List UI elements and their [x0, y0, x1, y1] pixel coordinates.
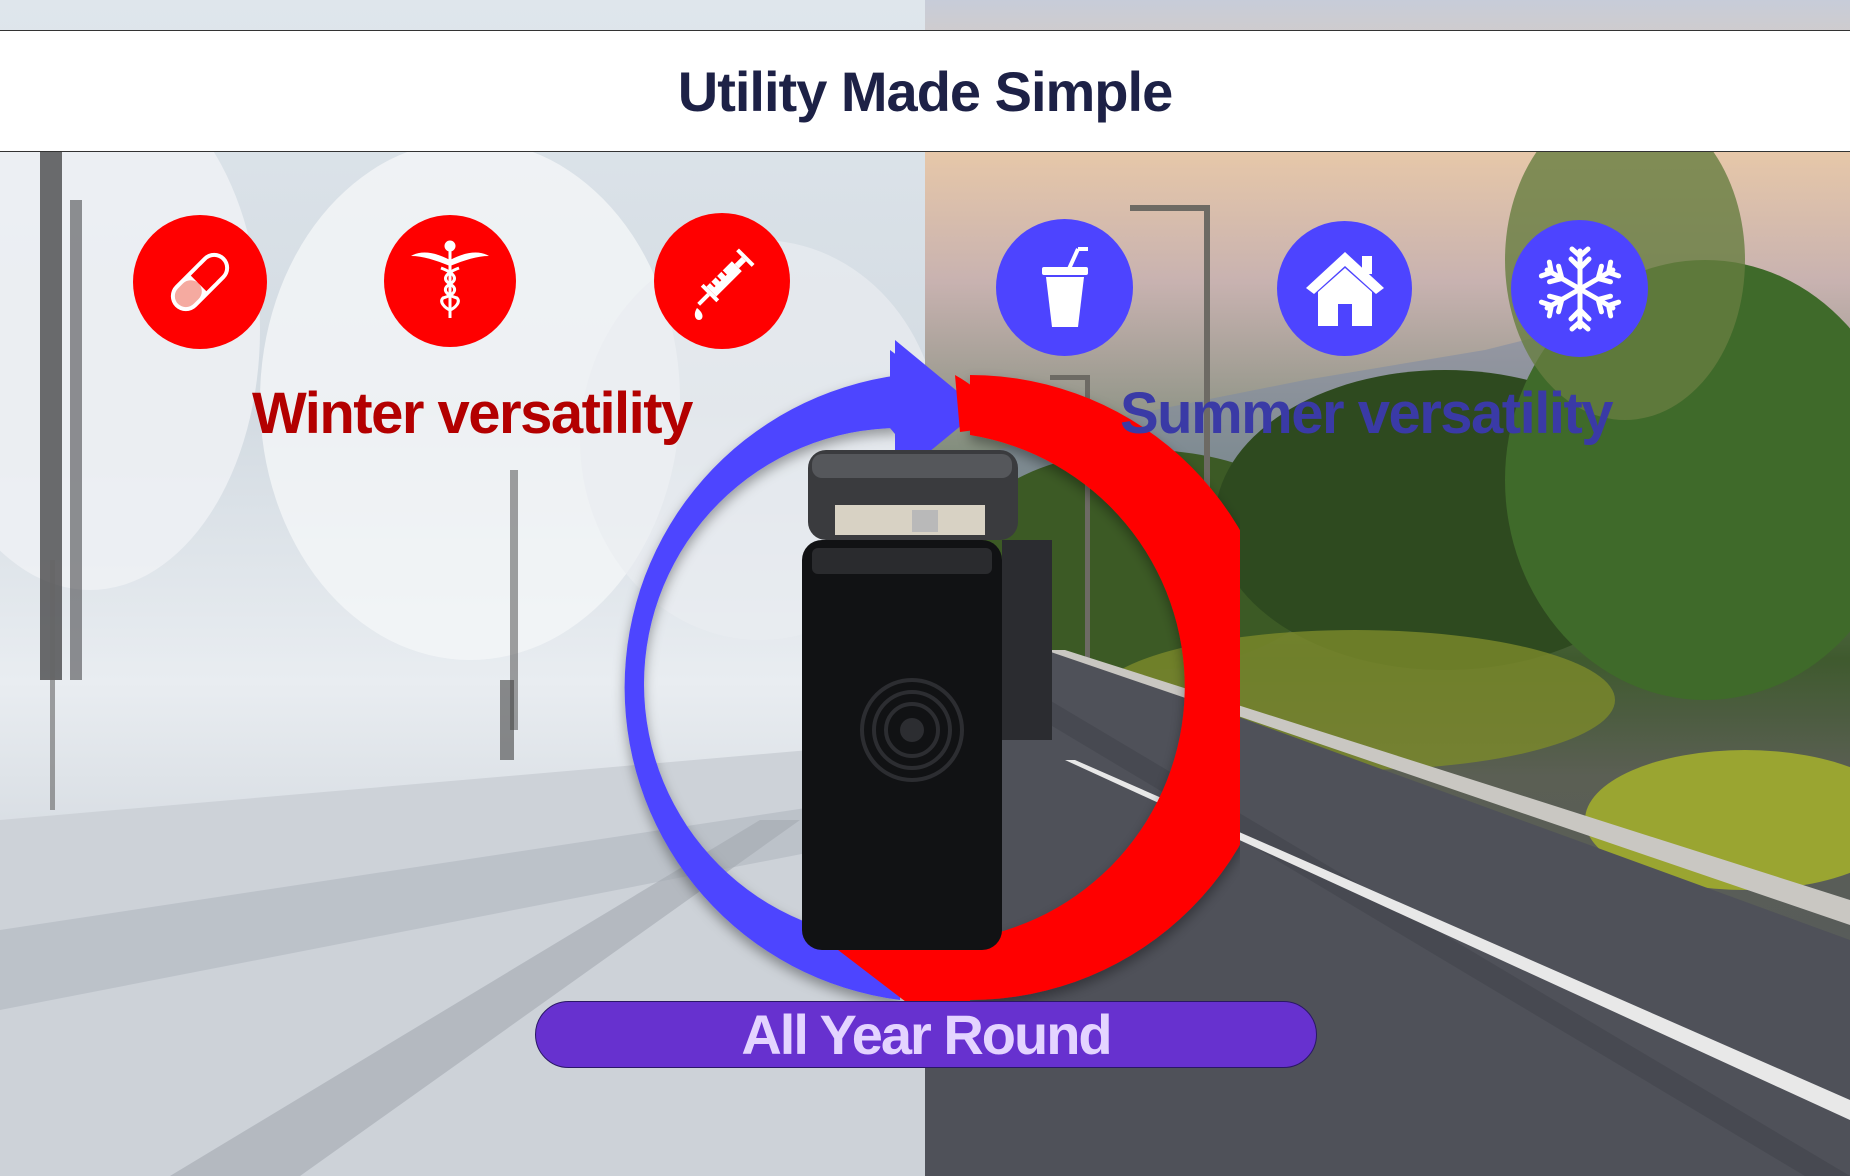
syringe-icon: [654, 213, 790, 349]
snowflake-icon: [1511, 220, 1648, 357]
summer-versatility-label: Summer versatility: [1120, 381, 1614, 446]
drink-cup-icon: [996, 219, 1133, 356]
all-year-round-label: All Year Round: [741, 1003, 1112, 1066]
all-year-round-banner: All Year Round: [535, 1001, 1317, 1068]
house-icon: [1277, 221, 1412, 356]
portable-cooler-image: [802, 450, 1052, 950]
page-title: Utility Made Simple: [677, 59, 1173, 123]
caduceus-icon: [384, 215, 516, 347]
header-bar: Utility Made Simple: [0, 30, 1850, 152]
pill-icon: [133, 215, 267, 349]
winter-versatility-label: Winter versatility: [252, 381, 693, 446]
